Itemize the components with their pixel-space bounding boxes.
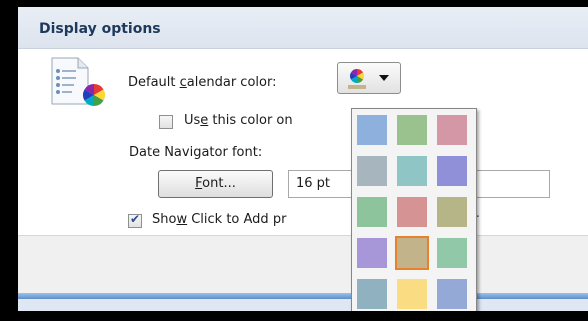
color-swatch[interactable]	[357, 197, 387, 227]
accelerator-key: w	[176, 212, 188, 227]
font-button[interactable]: Font...	[158, 170, 273, 198]
footer-band	[18, 235, 588, 294]
calendar-color-icon	[51, 57, 105, 106]
section-header: Display options	[18, 7, 588, 49]
color-swatch[interactable]	[357, 115, 387, 145]
date-navigator-font-label: Date Navigator font:	[129, 145, 263, 160]
color-swatch[interactable]	[397, 115, 427, 145]
label-text: this color on	[208, 113, 293, 128]
default-calendar-color-label: Default calendar color:	[128, 75, 276, 90]
chevron-down-icon	[379, 75, 389, 81]
color-swatch[interactable]	[397, 156, 427, 186]
section-title: Display options	[39, 21, 161, 37]
color-swatch[interactable]	[437, 115, 467, 145]
label-text: Click to Add pr	[187, 212, 287, 227]
selected-color-bar	[348, 85, 366, 89]
footer-strip	[18, 299, 588, 311]
label-text: alendar color:	[186, 75, 277, 90]
label-text: Sho	[152, 212, 177, 227]
color-swatch[interactable]	[397, 197, 427, 227]
show-click-to-add-checkbox[interactable]	[128, 212, 142, 228]
color-swatch[interactable]	[437, 238, 467, 268]
use-color-label: Use this color on	[184, 113, 293, 128]
color-swatch[interactable]	[357, 238, 387, 268]
color-swatch[interactable]	[357, 156, 387, 186]
label-text: Default	[128, 75, 180, 90]
color-swatch[interactable]	[437, 279, 467, 309]
calendar-color-dropdown[interactable]	[337, 62, 401, 94]
use-color-checkbox[interactable]	[159, 115, 173, 129]
options-panel: Display options Default calendar color:	[18, 7, 588, 311]
color-swatch[interactable]	[397, 279, 427, 309]
label-text: Us	[184, 113, 201, 128]
color-swatch[interactable]	[437, 156, 467, 186]
color-wheel-icon	[348, 69, 366, 89]
button-label: ont...	[202, 176, 236, 191]
show-click-to-add-label: Show Click to Add pr	[152, 212, 286, 227]
accelerator-key: c	[179, 75, 187, 90]
color-swatch[interactable]	[395, 236, 429, 270]
color-swatch[interactable]	[357, 279, 387, 309]
color-palette-popup	[351, 108, 477, 311]
color-swatch[interactable]	[437, 197, 467, 227]
